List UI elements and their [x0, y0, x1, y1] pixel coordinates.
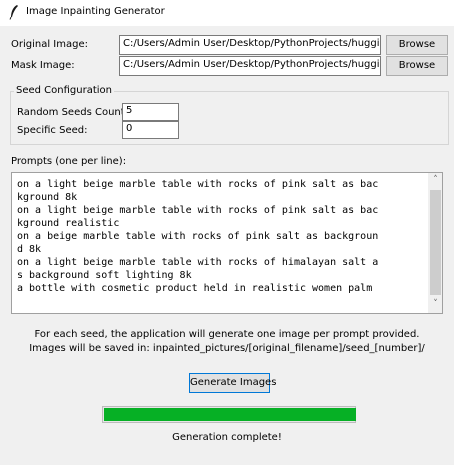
random-seeds-label: Random Seeds Count:	[17, 107, 129, 118]
title-bar: Image Inpainting Generator	[0, 0, 454, 26]
scroll-thumb[interactable]	[430, 190, 441, 295]
browse-original-button[interactable]: Browse	[386, 35, 448, 55]
prompt-line: on a light beige marble table with rocks…	[17, 179, 379, 190]
prompt-line: kground 8k	[17, 192, 78, 203]
prompt-line: on a beige marble table with rocks of pi…	[17, 231, 379, 242]
prompts-textarea[interactable]: on a light beige marble table with rocks…	[11, 172, 443, 314]
info-line-1: For each seed, the application will gene…	[34, 329, 420, 340]
prompt-line: on a light beige marble table with rocks…	[17, 205, 379, 216]
seed-config-group	[10, 91, 449, 145]
scroll-up-icon[interactable]: ˄	[428, 175, 442, 185]
prompt-line: on a light beige marble table with rocks…	[17, 257, 379, 268]
original-image-label: Original Image:	[11, 39, 88, 50]
mask-image-field[interactable]: C:/Users/Admin User/Desktop/PythonProjec…	[119, 56, 381, 76]
window-title: Image Inpainting Generator	[26, 6, 165, 17]
feather-icon	[9, 5, 18, 20]
prompt-line: d 8k	[17, 244, 42, 255]
generate-images-label: Generate Images	[190, 377, 277, 388]
progress-bar	[102, 406, 356, 423]
prompts-scrollbar[interactable]: ˄ ˅	[428, 173, 442, 313]
prompt-line: a bottle with cosmetic product held in r…	[17, 283, 373, 294]
original-image-field[interactable]: C:/Users/Admin User/Desktop/PythonProjec…	[119, 35, 381, 55]
scroll-down-icon[interactable]: ˅	[428, 299, 442, 309]
generate-images-button[interactable]: Generate Images	[189, 373, 276, 393]
prompt-line: kground realistic	[17, 218, 120, 229]
random-seeds-input[interactable]: 5	[122, 103, 179, 121]
browse-mask-button[interactable]: Browse	[386, 56, 448, 76]
prompts-label: Prompts (one per line):	[11, 156, 127, 167]
info-line-2: Images will be saved in: inpainted_pictu…	[29, 343, 425, 354]
specific-seed-label: Specific Seed:	[17, 125, 88, 136]
progress-fill	[104, 408, 356, 421]
prompt-line: s background soft lighting 8k	[17, 270, 192, 281]
seed-config-title: Seed Configuration	[14, 85, 114, 96]
specific-seed-input[interactable]: 0	[122, 121, 179, 139]
status-text: Generation complete!	[172, 432, 282, 443]
mask-image-label: Mask Image:	[11, 60, 75, 71]
